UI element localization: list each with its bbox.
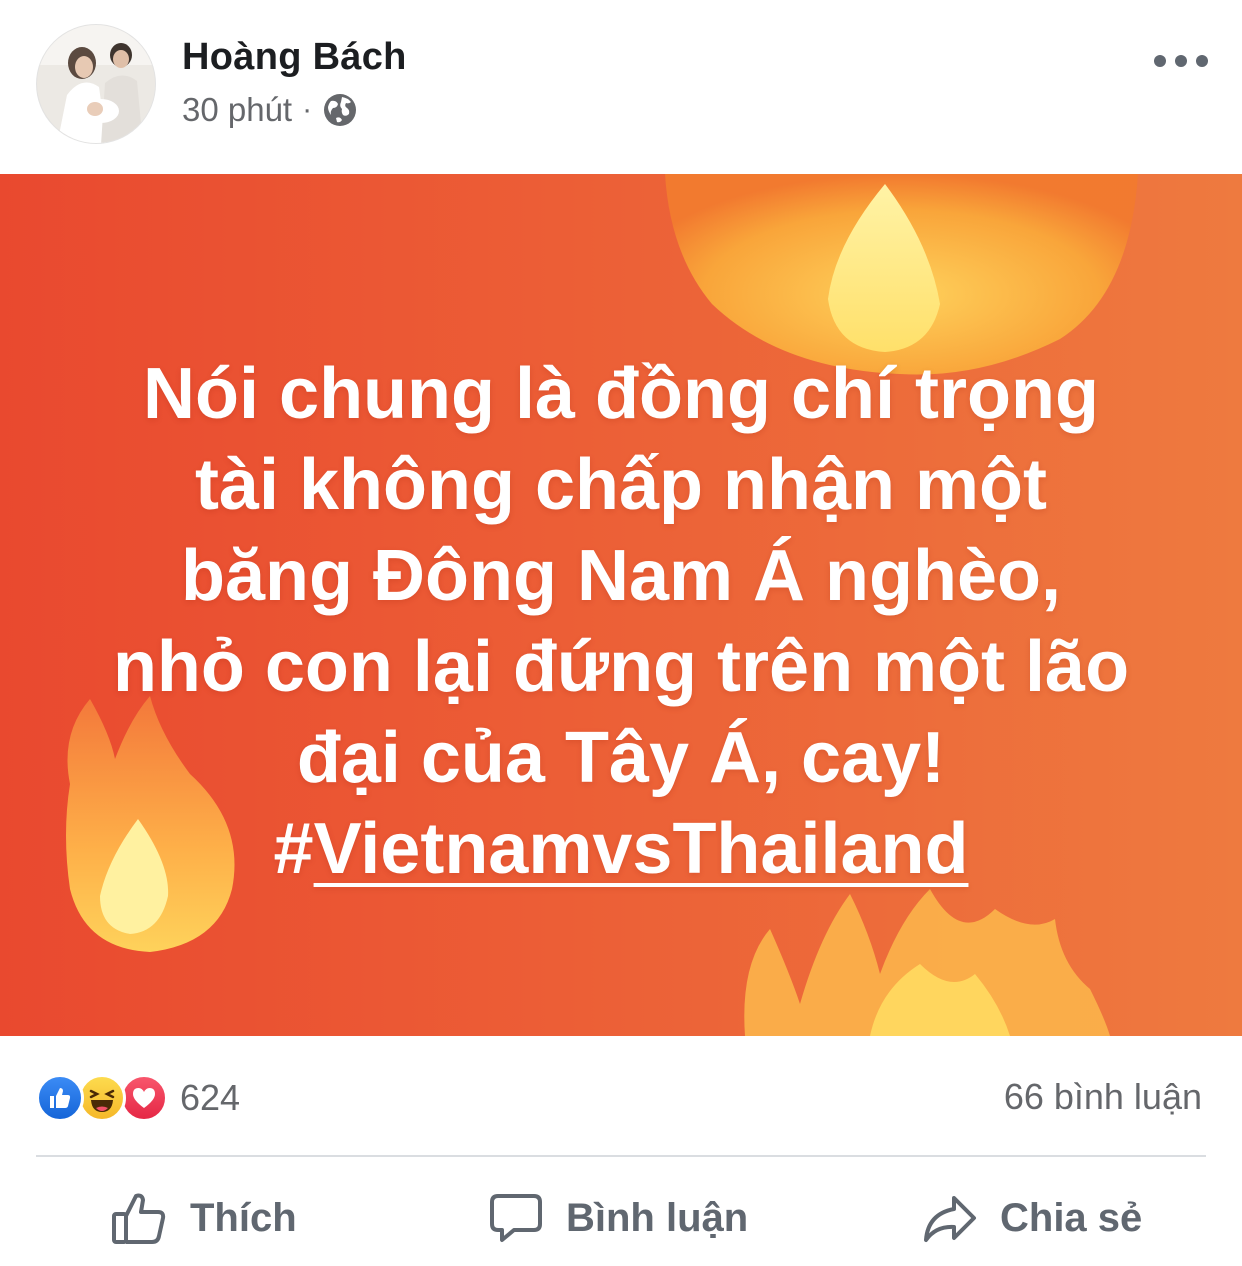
comment-bubble-icon	[490, 1194, 542, 1242]
post-text-line: Nói chung là đồng chí trọng	[143, 354, 1099, 434]
post-header: Hoàng Bách 30 phút ·	[0, 0, 1242, 172]
avatar-photo	[37, 25, 155, 143]
share-arrow-icon	[924, 1196, 976, 1242]
hashtag-line: #VietnamvsThailand	[40, 804, 1202, 895]
like-icon	[36, 1074, 84, 1122]
post-text-line: đại của Tây Á, cay!	[296, 718, 946, 798]
post-text-line: tài không chấp nhận một	[194, 445, 1047, 525]
divider	[36, 1155, 1206, 1157]
more-options-icon[interactable]	[1154, 48, 1208, 74]
comment-button[interactable]: Bình luận	[488, 1188, 748, 1248]
facebook-post: Hoàng Bách 30 phút · Nói chung là đồng c…	[0, 0, 1242, 1266]
thumbs-up-icon	[112, 1193, 166, 1244]
post-text-line: nhỏ con lại đứng trên một lão	[112, 627, 1130, 707]
post-background-banner: Nói chung là đồng chí trọng tài không ch…	[0, 174, 1242, 1036]
post-meta: 30 phút ·	[182, 90, 358, 130]
post-time[interactable]: 30 phút	[182, 91, 292, 129]
hashtag-link[interactable]: VietnamvsThailand	[314, 809, 969, 889]
author-name[interactable]: Hoàng Bách	[182, 36, 407, 79]
reaction-count: 624	[180, 1077, 241, 1118]
hashtag-prefix: #	[273, 809, 314, 889]
like-label: Thích	[190, 1195, 297, 1240]
meta-separator: ·	[302, 93, 313, 126]
avatar[interactable]	[36, 24, 156, 144]
action-bar: Thích Bình luận Chia sẻ	[0, 1168, 1242, 1266]
share-button[interactable]: Chia sẻ	[922, 1188, 1142, 1248]
globe-icon	[324, 94, 357, 126]
share-label: Chia sẻ	[1000, 1195, 1143, 1240]
post-text-line: băng Đông Nam Á nghèo,	[181, 536, 1061, 616]
comment-label: Bình luận	[566, 1195, 749, 1240]
reactions-summary[interactable]: 624	[36, 1070, 240, 1126]
love-icon	[120, 1074, 168, 1122]
like-button[interactable]: Thích	[110, 1188, 297, 1248]
haha-icon	[78, 1074, 126, 1122]
comment-count[interactable]: 66 bình luận	[1004, 1076, 1202, 1118]
post-text: Nói chung là đồng chí trọng tài không ch…	[40, 349, 1202, 895]
